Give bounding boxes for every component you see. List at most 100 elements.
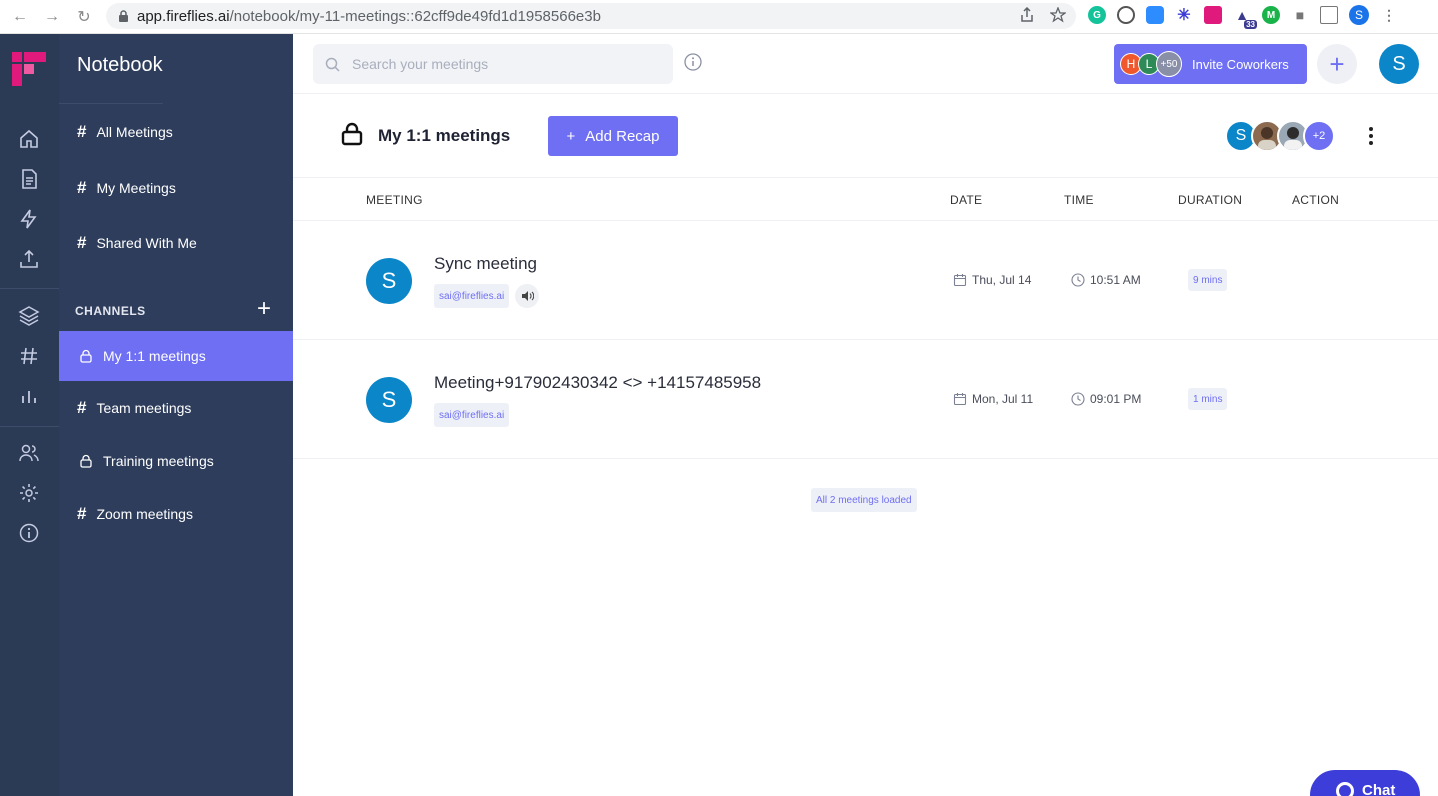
lock-icon bbox=[80, 349, 92, 363]
more-members-badge: +2 bbox=[1303, 120, 1335, 152]
hash-icon: # bbox=[77, 504, 87, 523]
meeting-duration-badge: 9 mins bbox=[1188, 269, 1228, 291]
more-options-icon[interactable] bbox=[1363, 126, 1379, 146]
add-plus-button[interactable]: + bbox=[1317, 44, 1357, 84]
meeting-organizer-avatar: S bbox=[366, 377, 412, 423]
settings-gear-icon[interactable] bbox=[18, 482, 40, 504]
side-panel-icon[interactable] bbox=[1320, 6, 1338, 24]
meeting-duration-badge: 1 mins bbox=[1188, 388, 1228, 410]
browser-toolbar: ← → ↻ app.fireflies.ai/notebook/my-11-me… bbox=[0, 0, 1438, 34]
invite-coworkers-button[interactable]: H L +50 Invite Coworkers bbox=[1114, 44, 1307, 84]
lock-icon bbox=[119, 9, 128, 22]
analytics-icon[interactable] bbox=[18, 385, 40, 407]
sidebar-item-shared-with-me[interactable]: # Shared With Me bbox=[59, 218, 293, 268]
sidebar-item-label: All Meetings bbox=[96, 124, 173, 140]
sidebar-item-all-meetings[interactable]: # All Meetings bbox=[59, 107, 293, 157]
chat-button[interactable]: Chat bbox=[1310, 770, 1420, 796]
sidebar-item-label: Shared With Me bbox=[96, 235, 197, 251]
sidebar-item-label: Zoom meetings bbox=[96, 506, 193, 522]
user-avatar[interactable]: S bbox=[1379, 44, 1419, 84]
chat-bubble-icon bbox=[1336, 782, 1354, 796]
table-row[interactable]: S Sync meeting sai@fireflies.ai Thu, Jul… bbox=[293, 221, 1438, 340]
m-extension-icon[interactable]: M bbox=[1262, 6, 1280, 24]
url-host: app.fireflies.ai bbox=[137, 7, 230, 25]
layers-icon[interactable] bbox=[18, 304, 40, 326]
sidebar-item-team-meetings[interactable]: # Team meetings bbox=[59, 383, 293, 433]
organizer-email-tag: sai@fireflies.ai bbox=[434, 284, 510, 308]
sidebar-item-label: Team meetings bbox=[96, 400, 192, 416]
document-icon[interactable] bbox=[18, 168, 40, 190]
fireflies-extension-icon[interactable] bbox=[1204, 6, 1222, 24]
column-header-duration[interactable]: DURATION bbox=[1178, 193, 1242, 207]
clock-icon bbox=[1071, 392, 1085, 406]
graduation-extension-icon[interactable]: ▲ 33 bbox=[1233, 6, 1257, 29]
meeting-title[interactable]: Sync meeting bbox=[434, 254, 537, 274]
channel-members[interactable]: S +2 bbox=[1225, 120, 1335, 152]
lightning-icon[interactable] bbox=[18, 208, 40, 230]
meeting-time: 10:51 AM bbox=[1071, 273, 1141, 287]
meeting-date: Thu, Jul 14 bbox=[953, 273, 1031, 287]
hash-icon[interactable] bbox=[18, 345, 40, 367]
forward-icon[interactable]: → bbox=[40, 5, 64, 29]
channel-header: My 1:1 meetings + Add Recap S +2 bbox=[293, 94, 1438, 178]
meeting-time-text: 10:51 AM bbox=[1090, 273, 1141, 287]
home-icon[interactable] bbox=[18, 128, 40, 150]
meeting-organizer-avatar: S bbox=[366, 258, 412, 304]
all-meetings-loaded-badge: All 2 meetings loaded bbox=[811, 488, 917, 512]
column-header-time[interactable]: TIME bbox=[1064, 193, 1094, 207]
meeting-time: 09:01 PM bbox=[1071, 392, 1141, 406]
sidebar-item-training-meetings[interactable]: Training meetings bbox=[59, 436, 293, 486]
rail-divider bbox=[0, 288, 59, 289]
browser-menu-icon[interactable]: ⋮ bbox=[1380, 6, 1398, 24]
invite-coworkers-label: Invite Coworkers bbox=[1192, 56, 1289, 72]
calendar-icon bbox=[953, 274, 967, 287]
sidebar-item-zoom-meetings[interactable]: # Zoom meetings bbox=[59, 489, 293, 539]
column-header-action: ACTION bbox=[1292, 193, 1340, 207]
browser-profile-avatar[interactable]: S bbox=[1349, 5, 1369, 25]
meeting-date: Mon, Jul 11 bbox=[953, 392, 1033, 406]
icon-rail bbox=[0, 34, 59, 796]
notebook-sidebar: Notebook # All Meetings # My Meetings # … bbox=[59, 34, 293, 796]
invitee-count-badge: +50 bbox=[1156, 51, 1182, 77]
meeting-time-text: 09:01 PM bbox=[1090, 392, 1142, 406]
search-input[interactable] bbox=[352, 56, 652, 72]
meeting-title[interactable]: Meeting+917902430342 <> +14157485958 bbox=[434, 373, 761, 393]
add-channel-plus-icon[interactable]: + bbox=[257, 297, 271, 321]
grammarly-extension-icon[interactable]: G bbox=[1088, 6, 1106, 24]
sidebar-item-my-meetings[interactable]: # My Meetings bbox=[59, 163, 293, 213]
add-recap-label: Add Recap bbox=[585, 127, 660, 145]
table-row[interactable]: S Meeting+917902430342 <> +14157485958 s… bbox=[293, 340, 1438, 459]
column-header-date[interactable]: DATE bbox=[950, 193, 982, 207]
team-icon[interactable] bbox=[18, 442, 40, 464]
back-icon[interactable]: ← bbox=[8, 5, 32, 29]
sidebar-item-label: Training meetings bbox=[103, 453, 214, 469]
sidebar-item-label: My 1:1 meetings bbox=[103, 348, 206, 364]
zoom-extension-icon[interactable] bbox=[1146, 6, 1164, 24]
share-icon[interactable] bbox=[1020, 7, 1034, 23]
hash-icon: # bbox=[77, 233, 87, 252]
organizer-email-tag: sai@fireflies.ai bbox=[434, 403, 510, 427]
search-info-icon[interactable] bbox=[683, 52, 703, 72]
sidebar-item-my-1-1-meetings[interactable]: My 1:1 meetings bbox=[59, 331, 293, 381]
fireflies-logo[interactable] bbox=[12, 52, 46, 86]
search-box[interactable] bbox=[313, 44, 673, 84]
info-icon[interactable] bbox=[18, 522, 40, 544]
url-path: /notebook/my-11-meetings::62cff9de49fd1d… bbox=[229, 7, 601, 25]
bookmark-star-icon[interactable] bbox=[1050, 7, 1066, 23]
add-recap-button[interactable]: + Add Recap bbox=[548, 116, 678, 156]
column-header-meeting[interactable]: MEETING bbox=[366, 193, 423, 207]
puzzle-extensions-icon[interactable]: ■ bbox=[1291, 6, 1309, 24]
plus-icon: + bbox=[566, 127, 576, 145]
top-bar: H L +50 Invite Coworkers + S bbox=[293, 34, 1438, 94]
address-bar[interactable]: app.fireflies.ai/notebook/my-11-meetings… bbox=[106, 3, 1076, 29]
privacy-extension-icon[interactable] bbox=[1117, 6, 1135, 24]
lock-icon bbox=[80, 454, 92, 468]
table-header: MEETING DATE TIME DURATION ACTION bbox=[293, 178, 1438, 221]
sparkle-extension-icon[interactable]: ✳ bbox=[1175, 6, 1193, 24]
sidebar-title: Notebook bbox=[77, 54, 163, 76]
audio-speaker-icon[interactable] bbox=[515, 284, 539, 308]
upload-icon[interactable] bbox=[18, 248, 40, 270]
reload-icon[interactable]: ↻ bbox=[72, 5, 96, 29]
private-channel-lock-icon bbox=[341, 122, 363, 146]
clock-icon bbox=[1071, 273, 1085, 287]
